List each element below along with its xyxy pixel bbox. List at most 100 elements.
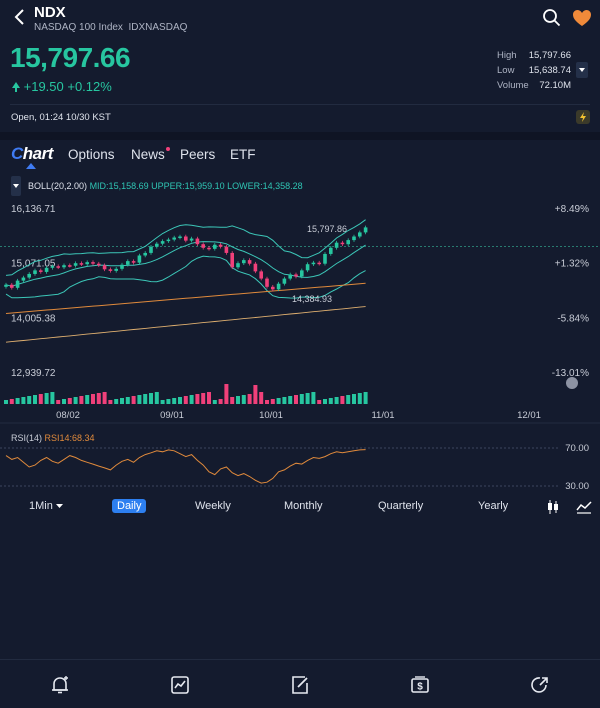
edit-note-icon[interactable] xyxy=(289,674,311,696)
volume-bar xyxy=(352,394,356,404)
volume-bar xyxy=(154,392,159,404)
candle-body xyxy=(21,277,26,281)
lightning-icon xyxy=(580,112,586,122)
last-price: 15,797.66 xyxy=(10,42,131,73)
candle-body xyxy=(39,270,43,272)
volume-bar xyxy=(299,394,304,404)
volume-bar xyxy=(357,393,362,404)
volume-bar xyxy=(149,393,153,404)
interval-monthly[interactable]: Monthly xyxy=(284,500,323,512)
volume-bar xyxy=(212,400,217,404)
tab-peers[interactable]: Peers xyxy=(180,147,215,162)
candle-body xyxy=(178,236,182,239)
candle-body xyxy=(131,261,136,263)
candle-body xyxy=(102,265,107,270)
volume-bar xyxy=(183,396,188,404)
candle-body xyxy=(259,271,263,279)
candle-body xyxy=(120,264,124,269)
candle-body xyxy=(79,263,84,265)
moving-average-line xyxy=(5,306,366,343)
candle-body xyxy=(33,270,37,274)
x-axis-label: 08/02 xyxy=(56,410,80,421)
y-axis-label-right: +8.49% xyxy=(555,204,589,215)
candle-body xyxy=(311,262,316,265)
volume-bar xyxy=(172,398,177,404)
volume-bar xyxy=(102,392,107,404)
interval-daily[interactable]: Daily xyxy=(112,499,147,513)
x-axis-label: 09/01 xyxy=(160,410,184,421)
expand-stats-button[interactable] xyxy=(576,62,588,78)
trade-chart-icon[interactable] xyxy=(169,674,191,696)
volume-bar xyxy=(178,397,182,404)
volume-bar xyxy=(79,396,84,404)
price-chart[interactable]: 16,136.71 +8.49% 15,071.05 +1.32% 14,005.38 -… xyxy=(0,198,600,628)
caret-down-icon xyxy=(55,504,63,508)
x-axis-label: 10/01 xyxy=(259,410,283,421)
volume-bar xyxy=(241,395,246,404)
volume-bar xyxy=(67,398,72,404)
candle-body xyxy=(201,244,205,248)
candle-body xyxy=(44,267,49,272)
volume-bar xyxy=(120,398,124,404)
tab-news[interactable]: News xyxy=(131,147,165,162)
price-change: +19.50 +0.12% xyxy=(12,79,112,94)
candle-body xyxy=(195,238,200,245)
interval-weekly[interactable]: Weekly xyxy=(195,500,231,512)
candle-body xyxy=(213,244,217,249)
volume-bar xyxy=(56,400,61,404)
flash-icon-button[interactable] xyxy=(576,110,590,124)
candle-body xyxy=(85,262,89,265)
reset-zoom-icon[interactable] xyxy=(566,377,578,389)
candle-body xyxy=(160,241,165,244)
volume-bar xyxy=(91,394,95,404)
back-arrow-icon[interactable] xyxy=(10,6,32,28)
stat-high: High 15,797.66 xyxy=(497,50,571,61)
stat-low: Low 15,638.74 xyxy=(497,65,571,76)
dollar-order-icon[interactable]: $ xyxy=(409,674,431,696)
news-notification-dot xyxy=(166,147,170,151)
volume-bar xyxy=(230,397,235,404)
tab-etf[interactable]: ETF xyxy=(230,147,256,162)
stat-volume: Volume 72.10M xyxy=(497,80,571,91)
tab-chart[interactable]: Chart xyxy=(11,144,53,164)
candle-body xyxy=(334,242,339,248)
drawing-tool-icon[interactable] xyxy=(576,499,592,515)
candlestick-type-icon[interactable] xyxy=(546,499,560,515)
volume-bar xyxy=(247,394,252,404)
volume-bar xyxy=(305,393,310,404)
heart-icon[interactable] xyxy=(571,7,593,29)
section-divider xyxy=(0,132,600,140)
volume-bar xyxy=(143,394,148,404)
candle-body xyxy=(242,260,246,264)
candle-body xyxy=(126,261,130,265)
indicator-toggle-button[interactable] xyxy=(11,176,21,196)
candle-body xyxy=(62,265,66,268)
tab-options[interactable]: Options xyxy=(68,147,115,162)
volume-bar xyxy=(137,395,142,404)
interval-quarterly[interactable]: Quarterly xyxy=(378,500,423,512)
bollinger-legend: BOLL(20,2.00) MID:15,158.69 UPPER:15,959… xyxy=(28,181,303,191)
candle-body xyxy=(15,280,20,288)
interval-1min[interactable]: 1Min xyxy=(29,500,63,512)
ticker-symbol: NDX xyxy=(34,4,66,21)
market-status: Open, 01:24 10/30 KST xyxy=(11,112,111,123)
candle-body xyxy=(305,264,310,271)
volume-bar xyxy=(96,393,101,404)
candle-body xyxy=(224,246,229,253)
alert-bell-icon[interactable] xyxy=(49,674,71,696)
volume-bar xyxy=(85,395,90,404)
volume-bar xyxy=(44,393,49,404)
interval-selector: 1Min Daily Weekly Monthly Quarterly Year… xyxy=(0,496,600,520)
candle-body xyxy=(282,278,287,284)
candle-body xyxy=(184,236,188,241)
search-icon[interactable] xyxy=(541,7,563,29)
share-icon[interactable] xyxy=(529,674,551,696)
candle-body xyxy=(276,283,281,290)
volume-bar xyxy=(236,396,240,404)
volume-bar xyxy=(363,392,368,404)
candle-body xyxy=(172,237,176,240)
interval-yearly[interactable]: Yearly xyxy=(478,500,508,512)
candle-body xyxy=(137,255,142,263)
volume-bar xyxy=(131,396,136,404)
y-axis-label-left: 12,939.72 xyxy=(11,368,56,379)
